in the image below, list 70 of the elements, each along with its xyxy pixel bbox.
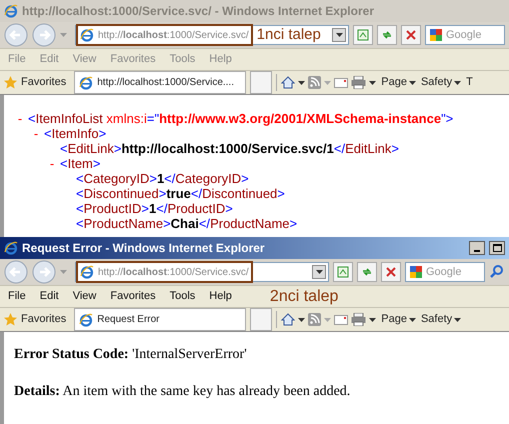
search-provider-icon (430, 29, 442, 41)
stop-button[interactable] (381, 262, 401, 282)
annotation-text: 2nci talep (270, 286, 338, 306)
star-icon (4, 76, 17, 89)
menu-item[interactable]: Favorites (110, 288, 156, 305)
search-icon[interactable] (489, 264, 505, 280)
browser-tab[interactable]: Request Error (74, 308, 246, 331)
command-menu[interactable]: Page (381, 311, 416, 328)
caret-icon[interactable] (454, 80, 462, 84)
compatibility-button[interactable] (333, 262, 353, 282)
browser-logo-icon (80, 28, 94, 42)
forward-button[interactable] (32, 23, 56, 47)
browser-logo-icon (4, 4, 18, 18)
address-dropdown-button[interactable] (332, 28, 346, 42)
home-icon[interactable] (281, 76, 296, 89)
caret-icon[interactable] (408, 318, 416, 322)
caret-icon[interactable] (336, 33, 342, 37)
close-icon (386, 267, 396, 277)
printer-icon[interactable] (351, 76, 366, 89)
close-icon (406, 30, 416, 40)
command-menu[interactable]: Safety (420, 311, 462, 328)
mail-icon[interactable] (334, 78, 348, 88)
command-menu[interactable]: Page (381, 74, 416, 91)
window-title: Request Error - Windows Internet Explorer (22, 240, 265, 257)
printer-icon[interactable] (351, 313, 366, 326)
caret-icon[interactable] (298, 80, 306, 84)
page-icon (337, 266, 349, 278)
menu-item[interactable]: Tools (170, 288, 196, 305)
browser-logo-icon (4, 241, 18, 255)
caret-icon[interactable] (316, 270, 322, 274)
refresh-button[interactable] (357, 262, 377, 282)
menu-item[interactable]: File (8, 288, 26, 305)
menu-item[interactable]: Help (209, 288, 232, 305)
annotation-text: 1nci talep (256, 24, 321, 45)
caret-icon[interactable] (408, 80, 416, 84)
collapse-toggle[interactable]: - (50, 154, 54, 174)
refresh-icon (361, 266, 373, 278)
favorites-button[interactable]: Favorites (4, 311, 66, 328)
refresh-button[interactable] (377, 25, 397, 45)
command-menu[interactable]: T (466, 74, 473, 91)
back-button[interactable] (4, 23, 28, 47)
search-provider-icon (410, 266, 422, 278)
minimize-button[interactable] (469, 241, 485, 255)
caret-icon[interactable] (369, 80, 376, 84)
error-text: Error Status Code: 'InternalServerError' (14, 346, 248, 364)
forward-button[interactable] (32, 260, 56, 284)
error-text: Details: An item with the same key has already been added. (14, 383, 352, 401)
back-button[interactable] (4, 260, 28, 284)
stop-button[interactable] (401, 25, 421, 45)
collapse-toggle[interactable]: - (18, 108, 22, 128)
window-title: http://localhost:1000/Service.svc/ - Windows Internet Explorer (22, 3, 374, 20)
command-menu[interactable]: Safety (420, 74, 462, 91)
refresh-icon (381, 29, 393, 41)
browser-tab[interactable]: http://localhost:1000/Service.... (74, 71, 246, 94)
favorites-button[interactable]: Favorites (4, 74, 66, 91)
caret-icon[interactable] (369, 318, 376, 322)
menu-item[interactable]: Edit (40, 288, 59, 305)
caret-icon[interactable] (454, 318, 462, 322)
home-icon[interactable] (281, 313, 296, 326)
mail-icon[interactable] (334, 314, 348, 324)
browser-logo-icon (80, 265, 94, 279)
address-dropdown-button[interactable] (312, 265, 326, 279)
browser-logo-icon (79, 76, 94, 90)
browser-logo-icon (79, 312, 94, 326)
star-icon (4, 313, 17, 326)
maximize-button[interactable] (489, 241, 505, 255)
compatibility-button[interactable] (353, 25, 373, 45)
menu-item[interactable]: View (72, 288, 96, 305)
caret-icon[interactable] (298, 318, 306, 322)
page-icon (357, 29, 369, 41)
